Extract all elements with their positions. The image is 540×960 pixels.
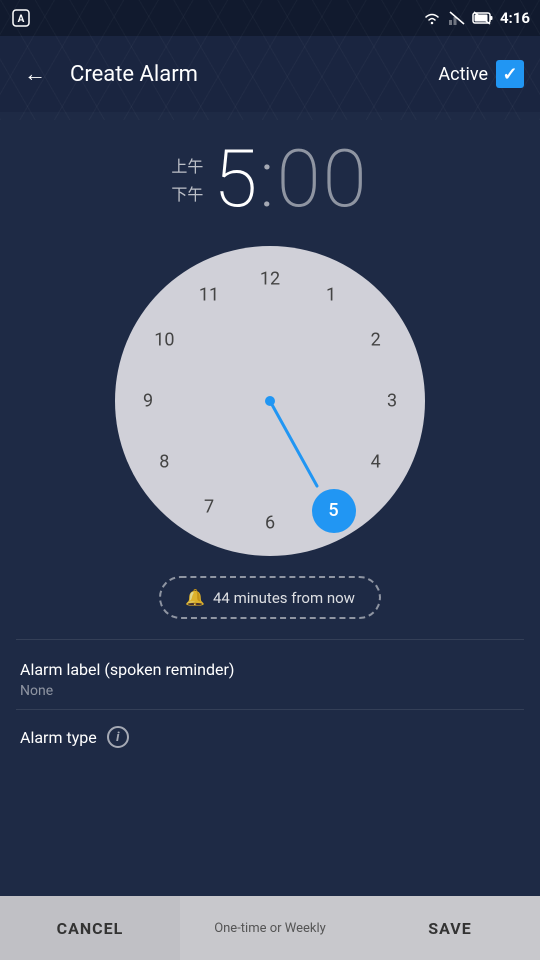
alarm-type-section[interactable]: Alarm type i — [0, 710, 540, 764]
alarm-time-text: 44 minutes from now — [213, 589, 355, 607]
bottom-bar: CANCEL One-time or Weekly SAVE — [0, 896, 540, 960]
center-dot — [265, 396, 275, 406]
clock-hand-svg — [115, 246, 425, 556]
alarm-badge-inner: 🔔 44 minutes from now — [159, 576, 381, 619]
clock-container: 121234567891011 5 — [0, 246, 540, 556]
pm-label[interactable]: 下午 — [171, 181, 203, 205]
minutes-display[interactable]: 00 — [277, 132, 369, 226]
selected-hour-label: 5 — [328, 500, 338, 521]
clock-face[interactable]: 121234567891011 5 — [115, 246, 425, 556]
bell-icon: 🔔 — [185, 588, 205, 607]
active-checkbox[interactable] — [496, 60, 524, 88]
back-button[interactable]: ← — [16, 53, 54, 95]
alarm-type-label: Alarm type — [20, 728, 97, 747]
alarm-label-value: None — [20, 683, 520, 699]
selected-hour-dot[interactable]: 5 — [312, 489, 356, 533]
time-display[interactable]: 5:00 — [213, 132, 368, 226]
colon-display: : — [259, 132, 276, 226]
repeat-type-button[interactable]: One-time or Weekly — [180, 896, 360, 960]
toolbar: ← Create Alarm Active — [0, 36, 540, 112]
save-button[interactable]: SAVE — [360, 896, 540, 960]
time-section: 上午 下午 5:00 — [0, 112, 540, 236]
am-pm-group: 上午 下午 — [171, 153, 203, 205]
hours-display[interactable]: 5 — [213, 132, 259, 226]
cancel-button[interactable]: CANCEL — [0, 896, 180, 960]
alarm-label-section[interactable]: Alarm label (spoken reminder) None — [0, 640, 540, 709]
am-label[interactable]: 上午 — [171, 153, 203, 177]
hour-hand — [270, 401, 317, 486]
info-icon[interactable]: i — [107, 726, 129, 748]
page-title: Create Alarm — [70, 62, 438, 87]
alarm-badge: 🔔 44 minutes from now — [0, 576, 540, 619]
main-content: 上午 下午 5:00 121234567891011 5 — [0, 112, 540, 960]
active-label: Active — [438, 64, 488, 85]
alarm-label-title: Alarm label (spoken reminder) — [20, 660, 520, 679]
active-toggle[interactable]: Active — [438, 60, 524, 88]
